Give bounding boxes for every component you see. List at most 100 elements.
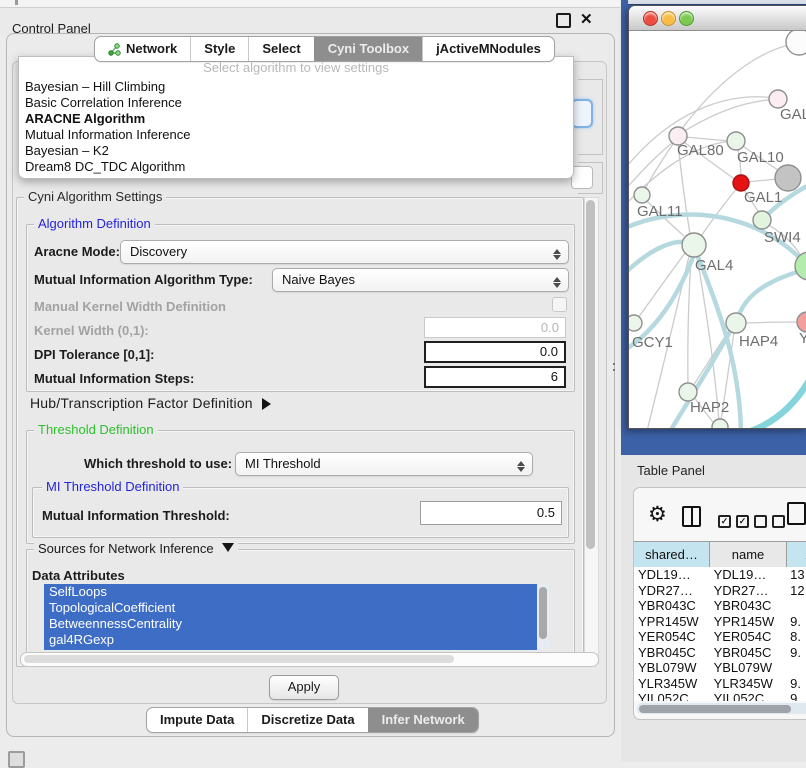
algorithm-option[interactable]: Mutual Information Inference	[19, 127, 573, 143]
tab-network-label: Network	[126, 37, 177, 61]
network-window-titlebar[interactable]	[629, 6, 806, 31]
mi-algorithm-type-combo[interactable]: Naive Bayes	[272, 268, 569, 292]
tab-cyni-toolbox-label: Cyni Toolbox	[328, 37, 409, 61]
network-node[interactable]	[786, 31, 806, 55]
algorithm-option[interactable]: Bayesian – Hill Climbing	[19, 79, 573, 95]
table-row[interactable]: YPR145WYPR145W9.	[634, 614, 806, 630]
network-node[interactable]	[726, 313, 746, 333]
table-cell: YPR145W	[710, 614, 787, 629]
column-header[interactable]: A	[787, 542, 806, 567]
table-cell: 13	[786, 567, 806, 582]
attribute-list-item[interactable]: BetweennessCentrality	[44, 616, 537, 632]
sources-toggle[interactable]: Sources for Network Inference	[34, 542, 238, 558]
split-pane-handle[interactable]	[612, 362, 616, 372]
table-row[interactable]: YLR345WYLR345W9.	[634, 676, 806, 692]
tab-infer-network[interactable]: Infer Network	[368, 708, 478, 732]
which-threshold-combo[interactable]: MI Threshold	[235, 452, 533, 476]
tab-select[interactable]: Select	[248, 37, 313, 61]
table-cell: YDR27…	[710, 583, 787, 598]
network-node-label: SWI4	[764, 229, 801, 246]
table-row[interactable]: YIL052CYIL052C9	[634, 691, 806, 701]
float-window-icon[interactable]	[556, 13, 571, 28]
data-attributes-label: Data Attributes	[32, 568, 125, 583]
combo-arrows-icon	[517, 457, 525, 471]
dpi-tolerance-field[interactable]: 0.0	[424, 341, 566, 363]
settings-horizontal-scrollbar-thumb[interactable]	[24, 655, 454, 663]
cyni-bottom-tabs: Impute Data Discretize Data Infer Networ…	[146, 707, 479, 733]
table-row[interactable]: YDR27…YDR27…12	[634, 583, 806, 599]
algorithm-option[interactable]: ARACNE Algorithm	[19, 111, 573, 127]
network-canvas[interactable]: GAL7GAL80GAL10GAL1GAL11SWI4GAL4GCY1HAP4Y…	[629, 31, 806, 428]
table-row[interactable]: YER054CYER054C8.	[634, 629, 806, 645]
checked-box-icon: ✓	[736, 515, 749, 528]
manual-kernel-checkbox[interactable]	[552, 297, 567, 312]
control-panel-titlebar: Control Panel	[0, 8, 620, 34]
algorithm-option[interactable]: Dream8 DC_TDC Algorithm	[19, 159, 573, 175]
network-node[interactable]	[727, 132, 745, 150]
network-node[interactable]	[634, 187, 650, 203]
select-all-icon[interactable]: ✓ ✓	[718, 515, 749, 528]
zoom-traffic-light-icon[interactable]	[679, 11, 694, 26]
sources-label: Sources for Network Inference	[38, 541, 214, 556]
attribute-list-item[interactable]: SelfLoops	[44, 584, 537, 600]
gear-icon[interactable]: ⚙	[648, 504, 667, 525]
network-node[interactable]	[712, 419, 728, 428]
hub-section-toggle[interactable]: Hub/Transcription Factor Definition	[30, 395, 277, 411]
dock-grip-icon[interactable]	[8, 751, 25, 768]
settings-horizontal-scrollbar[interactable]	[20, 652, 599, 667]
tab-network[interactable]: Network	[95, 37, 190, 61]
close-icon[interactable]: ✕	[580, 10, 593, 28]
window-top-edge	[0, 0, 620, 8]
table-panel-title: Table Panel	[637, 463, 705, 478]
network-node[interactable]	[629, 315, 642, 331]
column-header[interactable]: shared…	[634, 542, 710, 567]
tab-cyni-toolbox[interactable]: Cyni Toolbox	[314, 37, 422, 61]
table-row[interactable]: YBR045CYBR045C9.	[634, 645, 806, 661]
kernel-width-field[interactable]: 0.0	[424, 317, 566, 338]
list-scrollbar-thumb[interactable]	[539, 587, 547, 639]
tab-impute-data-label: Impute Data	[160, 708, 234, 732]
algorithm-option[interactable]: Basic Correlation Inference	[19, 95, 573, 111]
network-node[interactable]	[682, 233, 706, 257]
mi-threshold-field[interactable]: 0.5	[420, 501, 562, 525]
table-horizontal-scrollbar[interactable]	[637, 703, 806, 714]
unchecked-box-icon	[772, 515, 785, 528]
algorithm-option[interactable]: Bayesian – K2	[19, 143, 573, 159]
which-threshold-label: Which threshold to use:	[84, 456, 232, 471]
table-row[interactable]: YDL19…YDL19…13	[634, 567, 806, 583]
algorithm-popup-list: Bayesian – Hill ClimbingBasic Correlatio…	[19, 79, 573, 175]
table-row[interactable]: YBR043CYBR043C	[634, 598, 806, 614]
columns-icon[interactable]	[682, 506, 701, 527]
settings-vertical-scrollbar-thumb[interactable]	[586, 200, 595, 549]
list-scrollbar-track[interactable]	[537, 584, 549, 650]
column-header[interactable]: name	[710, 542, 787, 567]
tab-style[interactable]: Style	[190, 37, 248, 61]
network-node[interactable]	[753, 211, 771, 229]
network-node[interactable]	[797, 312, 806, 332]
close-traffic-light-icon[interactable]	[643, 11, 658, 26]
attribute-list-item[interactable]: gal4RGexp	[44, 632, 537, 648]
minimize-traffic-light-icon[interactable]	[661, 11, 676, 26]
apply-button[interactable]: Apply	[269, 675, 339, 700]
settings-vertical-scrollbar[interactable]	[584, 197, 599, 664]
mi-steps-field[interactable]: 6	[424, 366, 566, 388]
mi-threshold-definition-label: MI Threshold Definition	[42, 480, 183, 494]
document-icon[interactable]	[787, 502, 806, 525]
window-edge-tick	[15, 0, 18, 5]
table-cell: YER054C	[710, 629, 787, 644]
tab-discretize-data-label: Discretize Data	[261, 708, 354, 732]
tab-discretize-data[interactable]: Discretize Data	[247, 708, 367, 732]
table-row[interactable]: YBL079WYBL079W	[634, 660, 806, 676]
deselect-all-icon[interactable]	[754, 515, 785, 528]
expand-right-icon	[262, 398, 277, 410]
table-horizontal-scrollbar-thumb[interactable]	[639, 705, 791, 713]
mi-algorithm-type-label: Mutual Information Algorithm Type:	[34, 272, 253, 287]
mi-algorithm-type-value: Naive Bayes	[282, 272, 355, 287]
aracne-mode-combo[interactable]: Discovery	[120, 240, 569, 264]
attribute-list-item[interactable]: TopologicalCoefficient	[44, 600, 537, 616]
network-node[interactable]	[775, 165, 801, 191]
tab-jactivemnodules[interactable]: jActiveMNodules	[422, 37, 554, 61]
network-node-label: HAP2	[690, 399, 729, 416]
data-attributes-list[interactable]: SelfLoopsTopologicalCoefficientBetweenne…	[44, 584, 549, 650]
tab-impute-data[interactable]: Impute Data	[147, 708, 247, 732]
